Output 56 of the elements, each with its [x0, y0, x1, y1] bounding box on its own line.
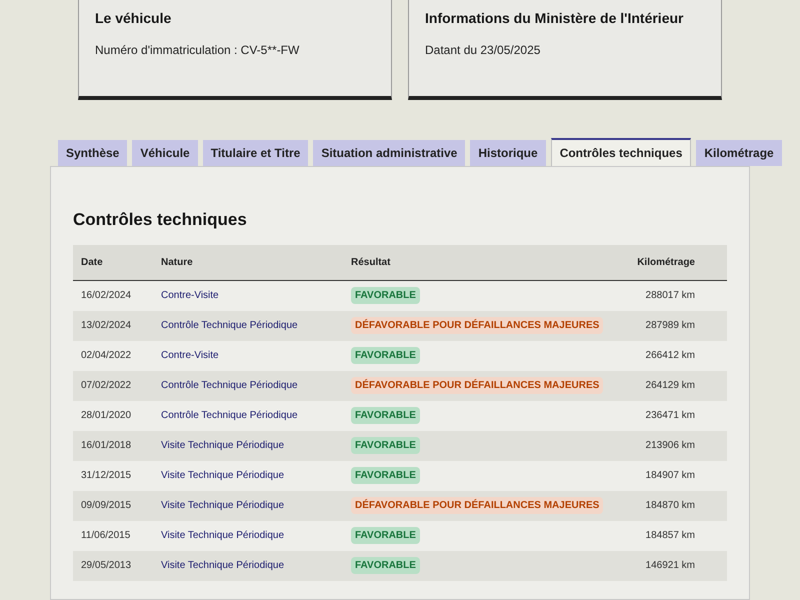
tab[interactable]: Contrôles techniques	[550, 138, 692, 166]
table-cell-text: Visite Technique Périodique	[161, 439, 286, 453]
table-cell-text: 13/02/2024	[81, 319, 132, 333]
column-header: Résultat	[351, 256, 392, 270]
table-cell-text: 236471 km	[644, 409, 696, 423]
result-badge: FAVORABLE	[351, 527, 420, 544]
table-cell-text: Contrôle Technique Périodique	[161, 409, 299, 423]
table-cell-text: Contre-Visite	[161, 289, 220, 303]
table-cell-text: 09/09/2015	[81, 499, 132, 513]
result-badge: DÉFAVORABLE POUR DÉFAILLANCES MAJEURES	[351, 377, 604, 394]
tab[interactable]: Véhicule	[132, 140, 198, 166]
table-cell-text: 29/05/2013	[81, 559, 132, 573]
table-cell-text: Visite Technique Périodique	[161, 559, 286, 573]
table-cell-text: 28/01/2020	[81, 409, 132, 423]
card-title: Le véhicule	[95, 9, 172, 28]
tab[interactable]: Kilométrage	[696, 140, 782, 166]
result-badge: DÉFAVORABLE POUR DÉFAILLANCES MAJEURES	[351, 497, 604, 514]
result-badge: FAVORABLE	[351, 407, 420, 424]
table-cell-text: Visite Technique Périodique	[161, 529, 286, 543]
table-cell-text: Visite Technique Périodique	[161, 499, 286, 513]
tab[interactable]: Synthèse	[58, 140, 128, 166]
table-cell-text: 288017 km	[644, 289, 696, 303]
column-header: Kilométrage	[636, 256, 696, 270]
table-cell-text: 184907 km	[644, 469, 696, 483]
table-cell-text: 07/02/2022	[81, 379, 132, 393]
result-badge: FAVORABLE	[351, 467, 420, 484]
result-badge: FAVORABLE	[351, 287, 420, 304]
table-cell-text: 287989 km	[644, 319, 696, 333]
table-cell-text: 11/06/2015	[81, 529, 132, 543]
table-cell-text: 266412 km	[644, 349, 696, 363]
result-badge: FAVORABLE	[351, 347, 420, 364]
column-header: Date	[81, 256, 104, 270]
table-cell-text: 213906 km	[644, 439, 696, 453]
table-cell-text: 184870 km	[644, 499, 696, 513]
table-cell-text: 16/01/2018	[81, 439, 132, 453]
card-title: Informations du Ministère de l'Intérieur	[425, 9, 684, 28]
tab[interactable]: Historique	[470, 140, 546, 166]
result-badge: FAVORABLE	[351, 437, 420, 454]
tab[interactable]: Situation administrative	[313, 140, 466, 166]
table-cell-text: 31/12/2015	[81, 469, 132, 483]
result-badge: FAVORABLE	[351, 557, 420, 574]
table-cell-text: 02/04/2022	[81, 349, 132, 363]
card-text: Datant du 23/05/2025	[425, 42, 542, 59]
table-cell-text: Contrôle Technique Périodique	[161, 379, 299, 393]
section-title: Contrôles techniques	[73, 209, 248, 231]
table-cell-text: 146921 km	[644, 559, 696, 573]
table-cell-text: 264129 km	[644, 379, 696, 393]
tab[interactable]: Titulaire et Titre	[202, 140, 308, 166]
table-cell-text: Contrôle Technique Périodique	[161, 319, 299, 333]
table-cell-text: 184857 km	[644, 529, 696, 543]
table-cell-text: Contre-Visite	[161, 349, 220, 363]
table-cell-text: Visite Technique Périodique	[161, 469, 286, 483]
column-header: Nature	[161, 256, 194, 270]
card-text: Numéro d'immatriculation : CV-5**-FW	[95, 42, 300, 59]
result-badge: DÉFAVORABLE POUR DÉFAILLANCES MAJEURES	[351, 317, 604, 334]
table-cell-text: 16/02/2024	[81, 289, 132, 303]
